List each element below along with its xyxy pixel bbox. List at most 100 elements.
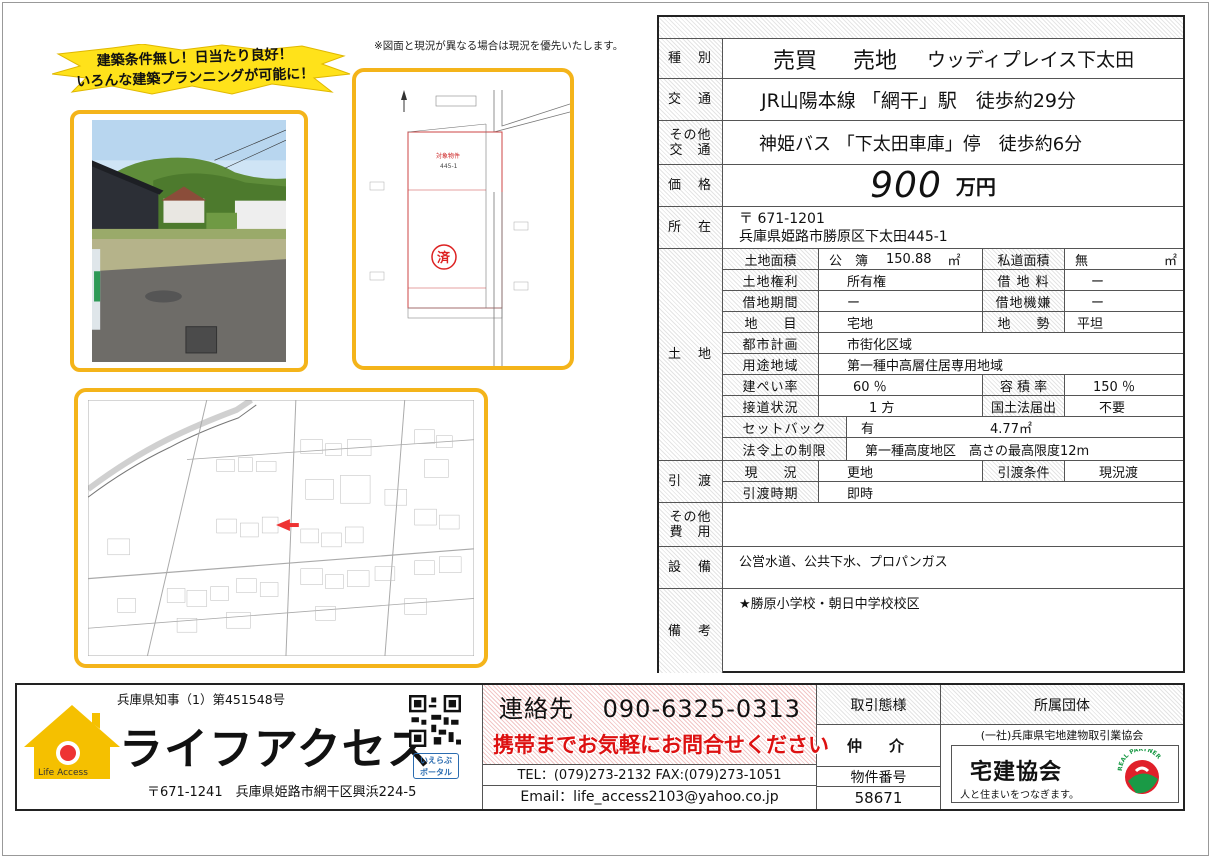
- coverage-value: 60 ％: [819, 375, 983, 395]
- association-name: (一社)兵庫県宅地建物取引業協会: [980, 729, 1144, 742]
- setback-size: 4.77㎡: [990, 421, 1032, 437]
- value-remarks: ★勝原小学校・朝日中学校校区: [739, 597, 920, 612]
- row-coverage: 建ぺい率 60 ％ 容 積 率 150 ％: [723, 375, 1183, 396]
- label-access-other-1: その他: [669, 127, 712, 143]
- portal-badge[interactable]: いえらぶ ポータル: [413, 753, 459, 779]
- row-lease: 借地期間 ー 借地機嫌 ー: [723, 291, 1183, 312]
- label-type: 種 別: [659, 39, 723, 79]
- label-access: 交 通: [659, 79, 723, 121]
- label-other-cost-2: 費 用: [669, 524, 712, 540]
- city-plan-value: 市街化区域: [847, 337, 913, 353]
- land-area-label: 土地面積: [723, 249, 819, 269]
- handover-status-label: 現 況: [723, 461, 819, 481]
- contact-label: 連絡先: [499, 695, 574, 723]
- area-map: [88, 400, 474, 656]
- site-plan-drawing: 対象物件 445-1 済: [369, 90, 570, 366]
- zoning-label: 用途地域: [723, 354, 819, 374]
- setback-label: セットバック: [723, 417, 847, 437]
- legal-value: 第一種高度地区 高さの最高限度12m: [865, 443, 1090, 459]
- road-value: 1 方: [819, 396, 983, 416]
- row-zoning: 用途地域 第一種中高層住居専用地域: [723, 354, 1183, 375]
- property-photo-frame: [70, 110, 308, 372]
- land-area-value: 公 簿 150.88 ㎡: [819, 249, 983, 269]
- property-number-value: 58671: [817, 787, 941, 809]
- terrain-label: 地 勢: [983, 312, 1065, 332]
- value-price: 900 万円: [723, 165, 1183, 207]
- category-label: 地 目: [723, 312, 819, 332]
- coverage-label: 建ぺい率: [723, 375, 819, 395]
- postal-code: 〒 671-1201: [739, 210, 825, 227]
- label-facilities: 設 備: [659, 547, 723, 589]
- property-number-label: 物件番号: [817, 767, 941, 787]
- association-label: 所属団体: [941, 685, 1183, 725]
- lease-term-label: 借地期間: [723, 291, 819, 311]
- lease-term-value: ー: [819, 291, 983, 311]
- handover-cond-value: 現況渡: [1099, 465, 1139, 481]
- deal-type: 売買: [773, 48, 818, 74]
- mobile-phone[interactable]: 連絡先 090-6325-0313: [499, 689, 801, 724]
- deal-type-value: 仲 介: [817, 725, 941, 767]
- lease-type-label: 借地機嫌: [983, 291, 1065, 311]
- far-value: 150 ％: [1093, 379, 1135, 395]
- label-access-other: その他 交 通: [659, 121, 723, 165]
- property-kind: 売地: [853, 48, 898, 74]
- association-logo-title: 宅建協会: [970, 760, 1063, 785]
- contact-box: 連絡先 090-6325-0313 携帯までお気軽にお問合せください TEL：(…: [482, 685, 829, 809]
- association-logo-tagline: 人と住まいをつなぎます。: [960, 790, 1079, 801]
- rent-value: ー: [1091, 274, 1105, 290]
- lease-type-value: ー: [1091, 295, 1105, 311]
- row-city-plan: 都市計画 市街化区域: [723, 333, 1183, 354]
- label-location: 所 在: [659, 207, 723, 249]
- label-land: 土 地: [659, 249, 723, 461]
- company-address: 〒671-1241 兵庫県姫路市網干区興浜224-5: [147, 785, 417, 800]
- category-value: 宅地: [819, 312, 983, 332]
- plan-lot-number: 445-1: [440, 163, 458, 170]
- label-remarks: 備 考: [659, 589, 723, 673]
- notify-value: 不要: [1099, 400, 1126, 416]
- photo-illustration: [92, 120, 286, 362]
- private-road-number: 無: [1075, 253, 1089, 269]
- land-area-unit: ㎡: [947, 253, 961, 269]
- land-rights-value: 所有権: [819, 270, 983, 290]
- road-label: 接道状況: [723, 396, 819, 416]
- contact-highlight: 連絡先 090-6325-0313 携帯までお気軽にお問合せください: [483, 685, 829, 765]
- rent-label: 借 地 料: [983, 270, 1065, 290]
- handover-status-value: 更地: [819, 461, 983, 481]
- association-logo: 宅建協会 人と住まいをつなぎます。 REAL PARTNER: [951, 745, 1179, 803]
- qr-code-icon[interactable]: [409, 695, 461, 747]
- property-spec-table: 種 別 売買 売地 ウッディプレイス下太田 交 通 JR山陽本線 「網干」駅 徒…: [657, 15, 1185, 673]
- row-handover-status: 現 況 更地 引渡条件 現況渡: [723, 461, 1183, 482]
- label-handover: 引 渡: [659, 461, 723, 503]
- value-type: 売買 売地 ウッディプレイス下太田: [723, 39, 1183, 79]
- property-name: ウッディプレイス下太田: [927, 49, 1135, 71]
- row-category: 地 目 宅地 地 勢 平坦: [723, 312, 1183, 333]
- portal-badge-line-1: いえらぶ: [420, 756, 452, 765]
- label-access-other-2: 交 通: [669, 142, 712, 158]
- area-map-frame: [74, 388, 488, 668]
- plan-target-label: 対象物件: [436, 152, 460, 160]
- notify-label: 国土法届出: [983, 396, 1065, 416]
- email-address[interactable]: Email：life_access2103@yahoo.co.jp: [483, 787, 816, 807]
- address: 兵庫県姫路市勝原区下太田445-1: [739, 228, 948, 245]
- row-land-area: 土地面積 公 簿 150.88 ㎡ 私道面積 無 ㎡: [723, 249, 1183, 270]
- legal-label: 法令上の制限: [723, 438, 847, 460]
- logo-text: Life Access: [38, 768, 88, 778]
- tel-fax[interactable]: TEL：(079)273-2132 FAX:(079)273-1051: [483, 766, 816, 786]
- handover-time-label: 引渡時期: [723, 482, 819, 502]
- license-number: 兵庫県知事（1）第451548号: [117, 692, 286, 707]
- value-other-cost: [723, 503, 1183, 547]
- handover-cond-label: 引渡条件: [983, 461, 1065, 481]
- private-road-label: 私道面積: [983, 249, 1065, 269]
- land-area-basis: 公 簿: [829, 253, 869, 269]
- mobile-number: 090-6325-0313: [602, 695, 801, 723]
- value-location: 〒 671-1201 兵庫県姫路市勝原区下太田445-1: [723, 207, 1183, 249]
- private-road-value: 無 ㎡: [1065, 249, 1185, 269]
- company-footer: 兵庫県知事（1）第451548号 Life Access ライフアクセス 〒67…: [15, 683, 1185, 811]
- site-plan-frame: 対象物件 445-1 済: [352, 68, 574, 370]
- city-plan-label: 都市計画: [723, 333, 819, 353]
- handover-time-value: 即時: [847, 486, 874, 502]
- terrain-value: 平坦: [1077, 316, 1104, 332]
- label-other-cost: その他 費 用: [659, 503, 723, 547]
- label-other-cost-1: その他: [669, 509, 712, 525]
- spec-header-strip: [659, 17, 1183, 39]
